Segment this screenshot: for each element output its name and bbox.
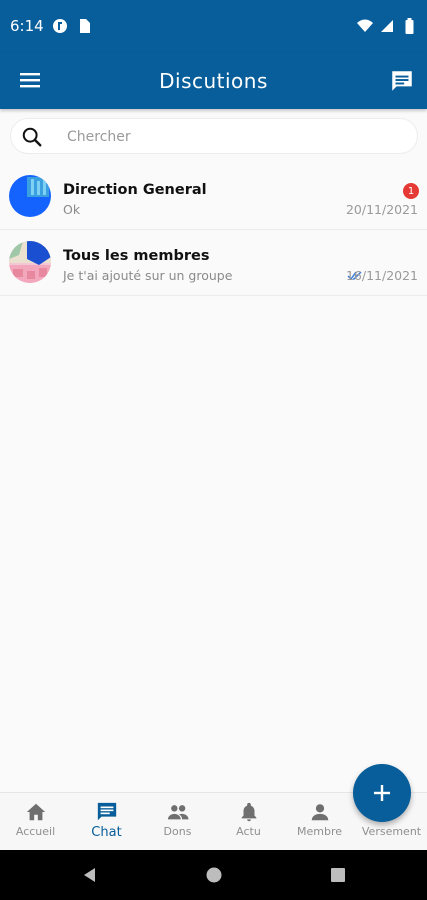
chat-name: Direction General — [63, 182, 207, 198]
nav-label: Chat — [91, 825, 122, 840]
hamburger-menu-icon — [20, 73, 40, 88]
chat-icon — [97, 802, 116, 821]
nav-item-dons[interactable]: Dons — [142, 801, 213, 847]
person-icon — [311, 804, 328, 821]
search-input[interactable] — [67, 126, 397, 148]
wifi-icon — [357, 18, 373, 34]
nav-item-chat[interactable]: Chat — [71, 801, 142, 847]
page-title: Discutions — [159, 68, 268, 93]
nav-item-membre[interactable]: Membre — [284, 801, 355, 847]
nav-item-accueil[interactable]: Accueil — [0, 801, 71, 847]
screen: 6:14 Discutions Chercher Direction Gener… — [0, 0, 427, 900]
sim-card-icon — [76, 18, 92, 34]
chat-date: 16/11/2021 — [345, 268, 418, 283]
bell-icon — [241, 802, 256, 822]
recents-icon[interactable] — [330, 867, 346, 883]
home-circle-icon[interactable] — [206, 867, 222, 883]
nav-label: Membre — [296, 825, 342, 838]
status-time: 6:14 — [10, 17, 44, 35]
add-fab-button[interactable] — [353, 764, 411, 822]
plus-icon — [374, 785, 390, 801]
unread-badge: 1 — [403, 183, 419, 199]
notification-app-icon — [52, 18, 68, 34]
signal-icon — [379, 18, 395, 34]
chat-item-tous-les-membres[interactable]: Tous les membres Je t'ai ajouté sur un g… — [0, 230, 427, 296]
people-icon — [167, 805, 189, 820]
new-message-button[interactable] — [389, 68, 415, 94]
home-icon — [26, 803, 45, 821]
nav-label: Dons — [163, 825, 192, 838]
nav-item-actu[interactable]: Actu — [213, 801, 284, 847]
app-bar: Discutions — [0, 52, 427, 109]
nav-label: Accueil — [15, 825, 56, 838]
chat-name: Tous les membres — [63, 248, 210, 264]
status-bar: 6:14 — [0, 0, 427, 52]
search-icon — [22, 127, 42, 147]
battery-icon — [401, 18, 417, 34]
chat-preview: Ok — [63, 202, 81, 217]
system-nav-bar — [0, 850, 427, 900]
chat-date: 20/11/2021 — [345, 202, 418, 217]
chat-list: Direction General Ok 1 20/11/2021 Tous l… — [0, 164, 427, 296]
chat-preview: Je t'ai ajouté sur un groupe — [63, 268, 233, 283]
chat-item-direction-general[interactable]: Direction General Ok 1 20/11/2021 — [0, 164, 427, 230]
nav-label: Versement — [361, 825, 422, 838]
search-box[interactable] — [10, 118, 418, 154]
menu-button[interactable] — [18, 68, 42, 92]
group-avatar-blue — [9, 175, 51, 217]
nav-label: Actu — [236, 825, 261, 838]
message-icon — [392, 71, 412, 91]
group-avatar-photo — [9, 241, 51, 283]
back-icon[interactable] — [82, 867, 98, 883]
